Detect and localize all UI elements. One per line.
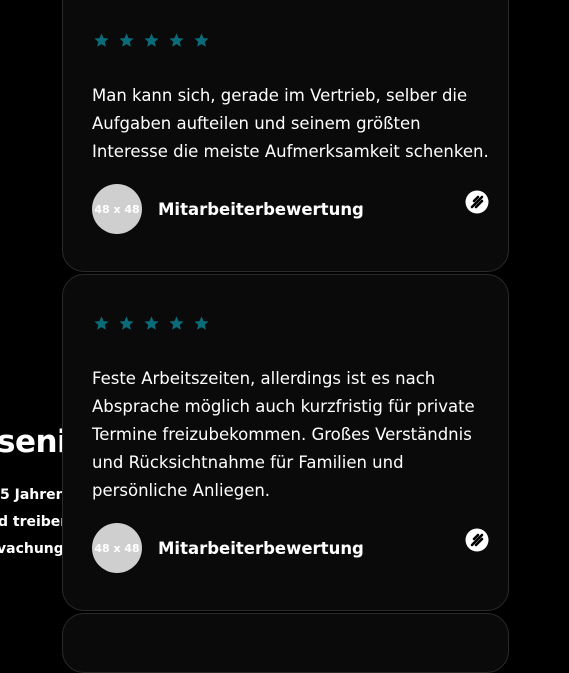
star-icon [118, 32, 135, 49]
star-icon [93, 315, 110, 332]
star-icon [193, 315, 210, 332]
review-text: Feste Arbeitszeiten, allerdings ist es n… [92, 369, 475, 500]
star-icon [143, 315, 160, 332]
star-icon [168, 315, 185, 332]
star-icon [143, 32, 160, 49]
section-text-line: 5 Jahren [0, 487, 66, 503]
section-text-line: d treiben [0, 514, 71, 530]
kununu-icon[interactable] [465, 190, 489, 214]
star-icon [118, 315, 135, 332]
review-author: 48 x 48 Mitarbeiterbewertung [92, 523, 364, 573]
author-name: Mitarbeiterbewertung [158, 199, 364, 219]
author-name: Mitarbeiterbewertung [158, 538, 364, 558]
avatar: 48 x 48 [92, 184, 142, 234]
kununu-icon[interactable] [465, 528, 489, 552]
section-heading: seni [0, 424, 68, 460]
review-card: Feste Arbeitszeiten, allerdings ist es n… [62, 274, 509, 611]
star-icon [193, 32, 210, 49]
star-rating [93, 315, 210, 332]
review-author: 48 x 48 Mitarbeiterbewertung [92, 184, 364, 234]
star-icon [168, 32, 185, 49]
review-card: Man kann sich, gerade im Vertrieb, selbe… [62, 0, 509, 272]
star-icon [93, 32, 110, 49]
review-text: Man kann sich, gerade im Vertrieb, selbe… [92, 86, 489, 161]
review-card [62, 613, 509, 673]
avatar: 48 x 48 [92, 523, 142, 573]
star-rating [93, 32, 210, 49]
